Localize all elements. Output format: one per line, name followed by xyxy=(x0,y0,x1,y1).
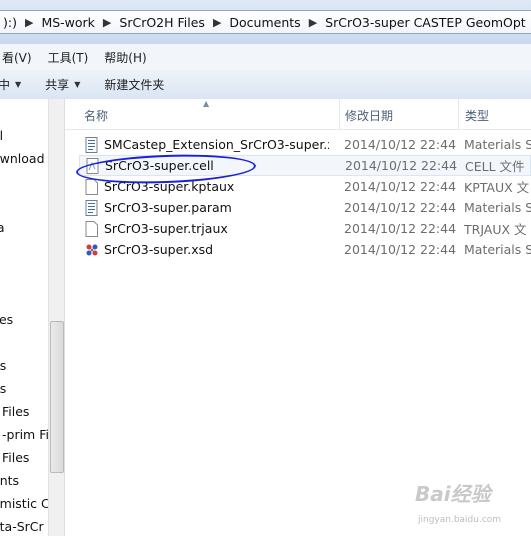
new-folder-button[interactable]: 新建文件夹 xyxy=(92,76,176,93)
breadcrumb-drive[interactable]: ):) xyxy=(0,15,23,30)
file-row[interactable]: SrCrO3-super.xsd 2014/10/12 22:44 Materi… xyxy=(79,239,531,260)
file-type: CELL 文件 xyxy=(465,159,525,174)
breadcrumb-ms-work[interactable]: MS-work xyxy=(35,15,100,30)
file-type: Materials S xyxy=(464,137,531,152)
nav-item[interactable]: ents xyxy=(0,473,19,488)
file-type: TRJAUX 文 xyxy=(464,222,527,237)
nav-item[interactable]: es xyxy=(0,381,6,396)
column-header-date[interactable]: 修改日期 xyxy=(345,107,393,124)
document-icon xyxy=(85,199,99,216)
file-row[interactable]: SrCrO3-super.param 2014/10/12 22:44 Mate… xyxy=(79,197,531,218)
menu-tools[interactable]: 工具(T) xyxy=(40,49,97,66)
navigation-pane: al ownload ta iles es es Files -prim Fil… xyxy=(0,99,65,536)
menu-view[interactable]: 看(V) xyxy=(0,49,40,66)
include-label: 中 xyxy=(0,78,11,92)
new-folder-label: 新建文件夹 xyxy=(104,78,165,92)
share-button[interactable]: 共享 ▼ xyxy=(33,76,92,93)
breadcrumb-separator-icon[interactable]: ▶ xyxy=(307,16,319,29)
file-name: SrCrO3-super.xsd xyxy=(104,242,214,257)
file-row[interactable]: SrCrO3-super.trjaux 2014/10/12 22:44 TRJ… xyxy=(79,218,531,239)
menu-bar: 看(V) 工具(T) 帮助(H) xyxy=(0,44,531,71)
breadcrumb-separator-icon[interactable]: ▶ xyxy=(101,16,113,29)
watermark-url: jingyan.baidu.com xyxy=(418,515,502,525)
breadcrumb-separator-icon[interactable]: ▶ xyxy=(23,16,35,29)
file-date: 2014/10/12 22:44 xyxy=(345,158,458,173)
nav-item[interactable]: omistic C xyxy=(0,496,50,511)
chevron-down-icon: ▼ xyxy=(15,80,22,89)
nav-item[interactable]: Files xyxy=(2,450,29,465)
nav-item[interactable]: es xyxy=(0,358,6,373)
nav-item[interactable]: iles xyxy=(0,312,13,327)
breadcrumb-documents[interactable]: Documents xyxy=(223,15,306,30)
chevron-down-icon: ▼ xyxy=(74,80,81,89)
column-header-name[interactable]: 名称 xyxy=(84,107,108,124)
column-divider[interactable] xyxy=(339,99,340,129)
file-type: KPTAUX 文 xyxy=(464,180,530,195)
sort-ascending-icon: ▲ xyxy=(203,99,210,108)
column-header-type[interactable]: 类型 xyxy=(465,107,489,124)
nav-item-downloads[interactable]: ownload xyxy=(0,151,45,166)
command-toolbar: 中 ▼ 共享 ▼ 新建文件夹 xyxy=(0,70,531,100)
include-in-library-button[interactable]: 中 ▼ xyxy=(0,76,33,93)
blank-file-icon xyxy=(85,178,99,195)
file-name: SrCrO3-super.trjaux xyxy=(104,221,228,236)
molecule-icon xyxy=(85,242,99,258)
blank-file-icon xyxy=(85,220,99,237)
menu-help[interactable]: 帮助(H) xyxy=(96,49,154,66)
file-date: 2014/10/12 22:44 xyxy=(344,179,457,194)
file-date: 2014/10/12 22:44 xyxy=(344,200,457,215)
column-divider[interactable] xyxy=(458,99,459,129)
file-date: 2014/10/12 22:44 xyxy=(344,137,457,152)
file-row[interactable]: SMCastep_Extension_SrCrO3-super.x... 201… xyxy=(79,134,531,155)
nav-item[interactable]: ta xyxy=(0,220,5,235)
nav-item[interactable]: al xyxy=(0,128,3,143)
breadcrumb-srcro2h-files[interactable]: SrCrO2H Files xyxy=(113,15,211,30)
file-type: Materials S xyxy=(464,242,531,257)
nav-item[interactable]: -prim Fil xyxy=(2,427,52,442)
column-header-row: ▲ 名称 修改日期 类型 xyxy=(65,99,531,130)
file-type: Materials S xyxy=(464,200,531,215)
file-date: 2014/10/12 22:44 xyxy=(344,242,457,257)
address-bar-area: ):) ▶ MS-work ▶ SrCrO2H Files ▶ Document… xyxy=(0,0,531,44)
share-label: 共享 xyxy=(45,78,70,92)
address-breadcrumb[interactable]: ):) ▶ MS-work ▶ SrCrO2H Files ▶ Document… xyxy=(0,10,531,34)
file-name: SrCrO3-super.param xyxy=(104,200,232,215)
nav-item[interactable]: Files xyxy=(2,404,29,419)
file-name: SMCastep_Extension_SrCrO3-super.x... xyxy=(104,137,329,152)
breadcrumb-separator-icon[interactable]: ▶ xyxy=(211,16,223,29)
document-icon xyxy=(85,136,99,153)
nav-scrollbar-thumb[interactable] xyxy=(50,321,64,473)
breadcrumb-current-folder[interactable]: SrCrO3-super CASTEP GeomOpt xyxy=(319,15,531,30)
nav-scrollbar[interactable] xyxy=(48,99,64,536)
nav-item[interactable]: ata-SrCr xyxy=(0,519,44,534)
file-date: 2014/10/12 22:44 xyxy=(344,221,457,236)
